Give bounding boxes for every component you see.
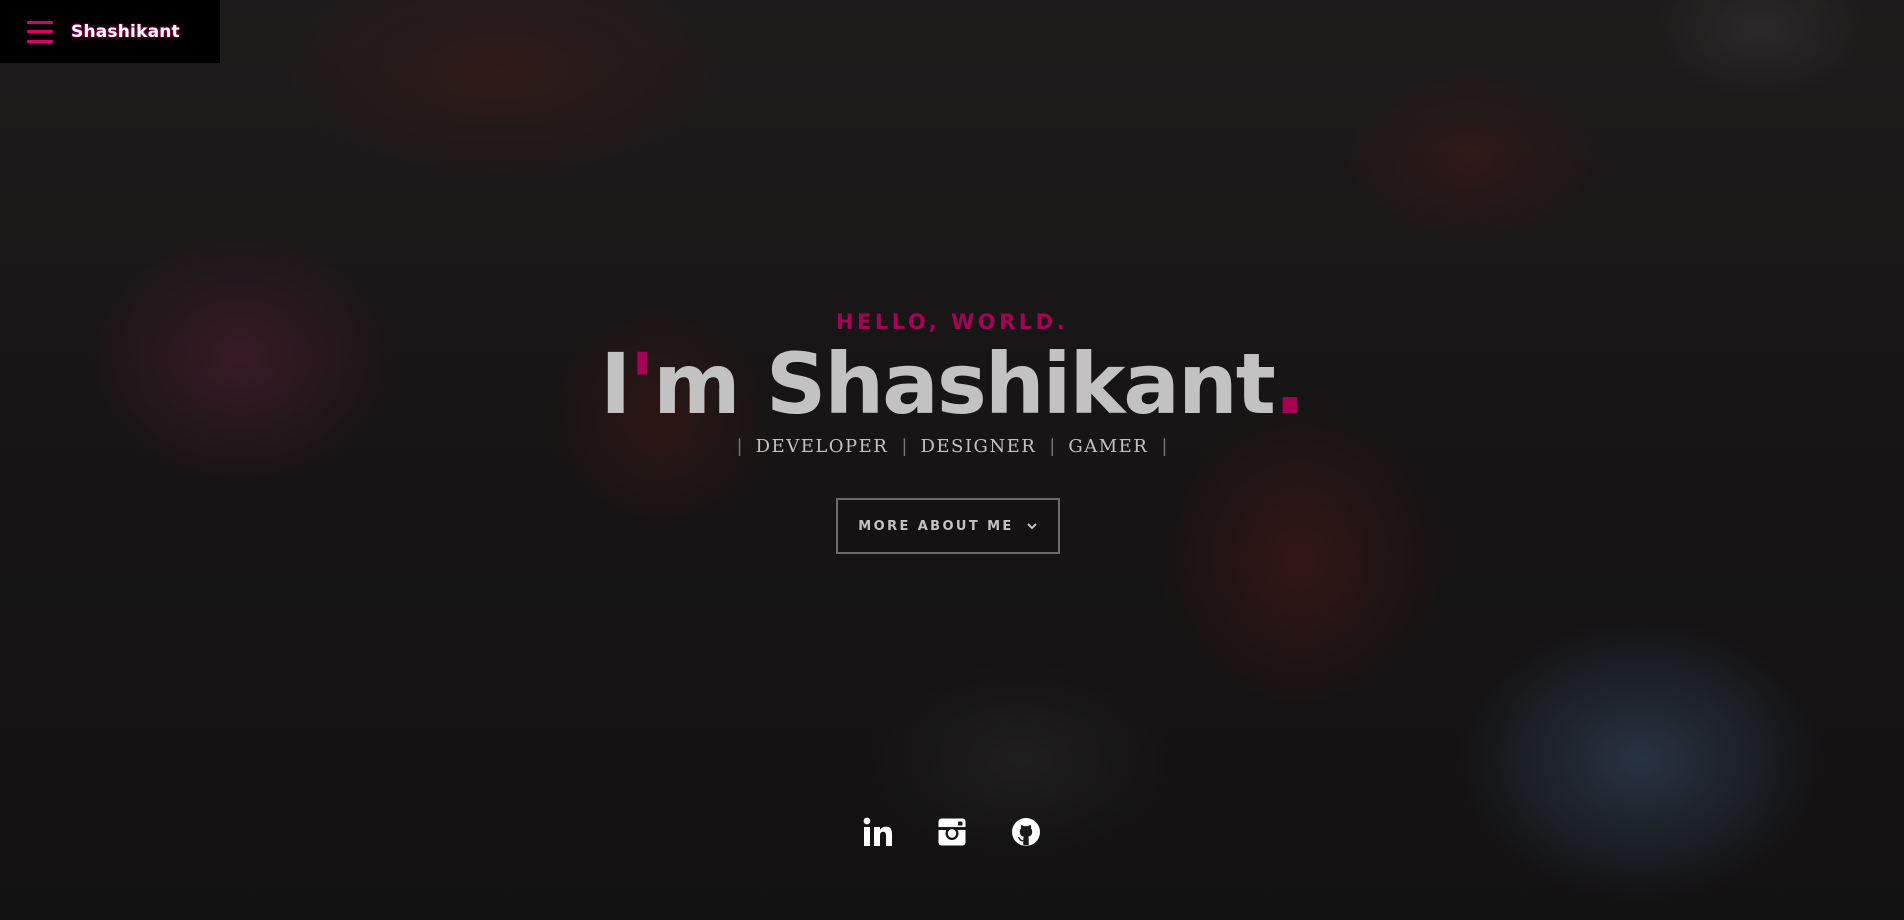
roles-list: | DEVELOPER | DESIGNER | GAMER | [0, 436, 1904, 457]
role-separator: | [1161, 436, 1168, 457]
role-separator: | [1049, 436, 1056, 457]
hamburger-menu-icon[interactable] [27, 20, 53, 43]
headline-prefix: I [600, 335, 631, 433]
headline-apostrophe: ' [629, 335, 655, 433]
top-bar: Shashikant [0, 0, 220, 63]
headline-period: . [1273, 335, 1306, 433]
role-designer: DESIGNER [920, 436, 1037, 457]
chevron-down-icon [1026, 520, 1038, 532]
role-gamer: GAMER [1068, 436, 1149, 457]
social-links [0, 814, 1904, 850]
more-about-me-label: MORE ABOUT ME [858, 518, 1014, 534]
github-icon[interactable] [1008, 814, 1044, 850]
greeting-text: HELLO, WORLD. [835, 310, 1069, 334]
hero-section: Shashikant HELLO, WORLD. I'm Shashikant.… [0, 0, 1904, 920]
instagram-icon[interactable] [934, 814, 970, 850]
headline-name: m Shashikant [653, 335, 1276, 433]
linkedin-icon[interactable] [860, 814, 896, 850]
brand-name[interactable]: Shashikant [71, 22, 180, 42]
more-about-me-button[interactable]: MORE ABOUT ME [836, 498, 1060, 554]
role-separator: | [736, 436, 743, 457]
role-separator: | [901, 436, 908, 457]
page-title: I'm Shashikant. [0, 334, 1904, 434]
role-developer: DEVELOPER [755, 436, 889, 457]
